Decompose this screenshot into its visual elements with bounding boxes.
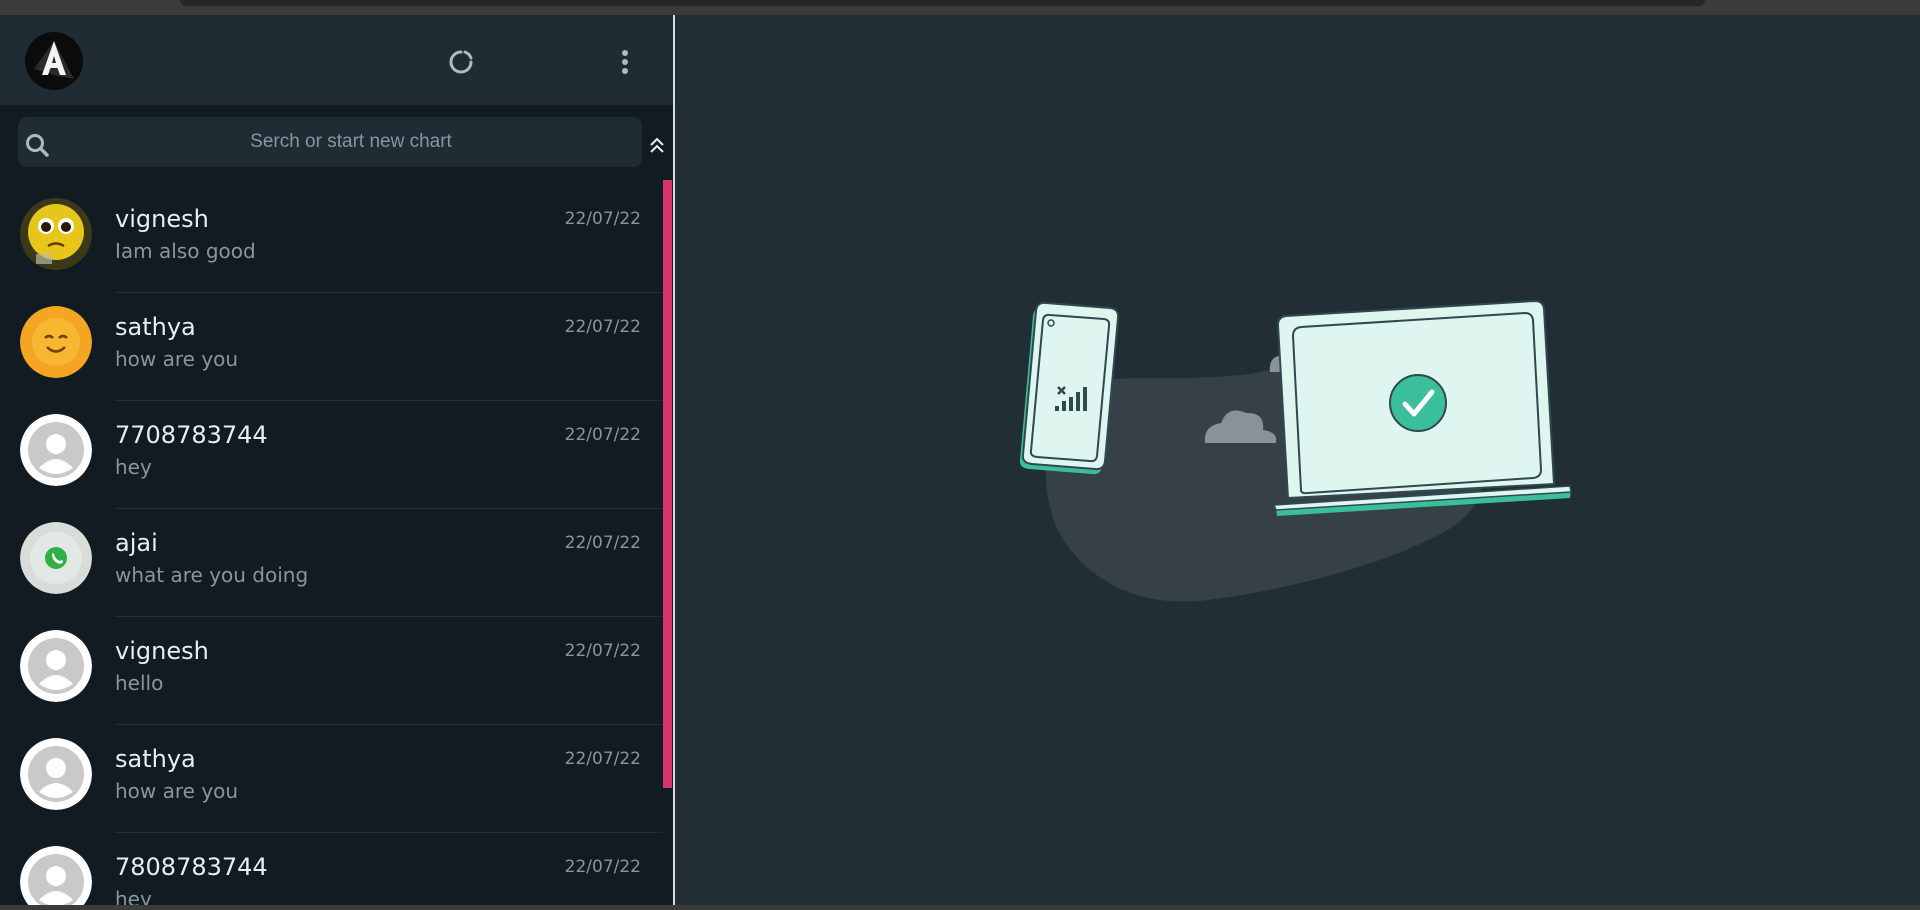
default-user-avatar bbox=[20, 414, 92, 486]
whatsapp-logo-avatar bbox=[20, 522, 92, 594]
connected-devices-illustration bbox=[1018, 299, 1578, 640]
chat-last-message: hey bbox=[115, 455, 152, 479]
chat-list-item[interactable]: 7808783744 hey 22/07/22 bbox=[0, 833, 663, 905]
chat-list-item[interactable]: ajai what are you doing 22/07/22 bbox=[0, 509, 663, 617]
laptop-icon bbox=[1272, 299, 1572, 516]
chat-timestamp: 22/07/22 bbox=[564, 641, 641, 661]
chat-name: sathya bbox=[115, 313, 196, 341]
chat-name: 7708783744 bbox=[115, 421, 268, 449]
angular-logo-icon[interactable] bbox=[24, 31, 84, 91]
chevron-double-up-icon[interactable] bbox=[648, 135, 666, 157]
emoji-pleading-avatar bbox=[20, 198, 92, 270]
default-user-avatar bbox=[20, 738, 92, 810]
chat-list-item[interactable]: sathya how are you 22/07/22 bbox=[0, 725, 663, 833]
sidebar-header bbox=[0, 15, 673, 105]
emoji-smile-avatar bbox=[20, 306, 92, 378]
chat-name: vignesh bbox=[115, 637, 209, 665]
chat-last-message: how are you bbox=[115, 347, 239, 371]
chat-timestamp: 22/07/22 bbox=[564, 533, 641, 553]
chat-name: ajai bbox=[115, 529, 158, 557]
chat-list-item[interactable]: vignesh hello 22/07/22 bbox=[0, 617, 663, 725]
chat-last-message: hello bbox=[115, 671, 164, 695]
chat-timestamp: 22/07/22 bbox=[564, 857, 641, 877]
chat-name: vignesh bbox=[115, 205, 209, 233]
chat-list-item[interactable]: 7708783744 hey 22/07/22 bbox=[0, 401, 663, 509]
chat-name: 7808783744 bbox=[115, 853, 268, 881]
chat-timestamp: 22/07/22 bbox=[564, 749, 641, 769]
browser-bottom-bar bbox=[0, 905, 1920, 910]
chat-timestamp: 22/07/22 bbox=[564, 209, 641, 229]
chat-timestamp: 22/07/22 bbox=[564, 425, 641, 445]
default-user-avatar bbox=[20, 846, 92, 905]
chat-last-message: hey bbox=[115, 887, 152, 905]
chat-last-message: what are you doing bbox=[115, 563, 309, 587]
scrollbar-thumb[interactable] bbox=[663, 180, 672, 788]
phone-icon bbox=[1019, 301, 1120, 475]
search-icon[interactable] bbox=[24, 132, 50, 158]
refresh-icon[interactable] bbox=[448, 49, 474, 75]
chat-name: sathya bbox=[115, 745, 196, 773]
chat-timestamp: 22/07/22 bbox=[564, 317, 641, 337]
browser-top-bar bbox=[0, 0, 1920, 15]
search-input[interactable] bbox=[64, 119, 638, 165]
main-panel bbox=[675, 15, 1920, 905]
chat-list-item[interactable]: sathya how are you 22/07/22 bbox=[0, 293, 663, 401]
chat-last-message: Iam also good bbox=[115, 239, 256, 263]
default-user-avatar bbox=[20, 630, 92, 702]
vertical-dots-menu-icon[interactable] bbox=[614, 49, 636, 75]
chat-list-item[interactable]: vignesh Iam also good 22/07/22 bbox=[0, 185, 663, 293]
browser-tab-strip bbox=[180, 0, 1705, 6]
chat-last-message: how are you bbox=[115, 779, 239, 803]
sidebar: vignesh Iam also good 22/07/22 sathya ho… bbox=[0, 15, 675, 905]
